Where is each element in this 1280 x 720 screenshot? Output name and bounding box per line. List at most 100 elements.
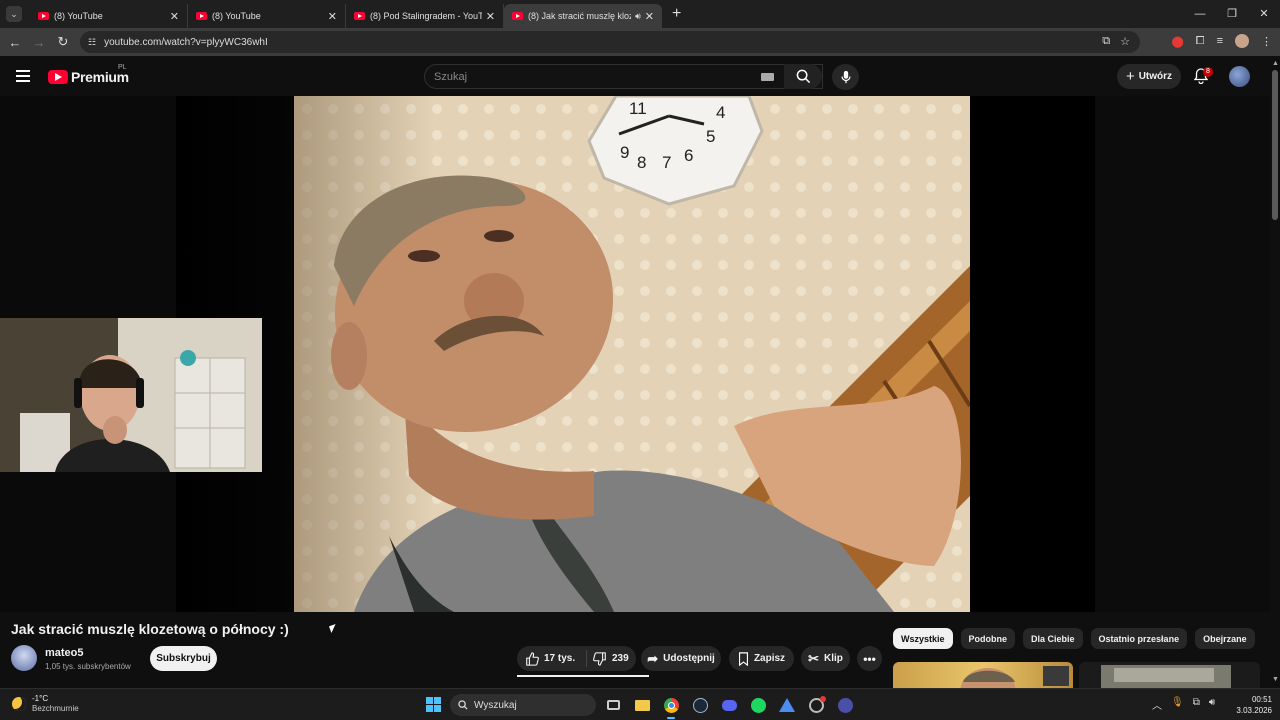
weather-temperature: -1°C <box>32 694 49 703</box>
address-bar[interactable]: ☷ youtube.com/watch?v=plyyWC36whI ⧉ ☆ <box>80 31 1140 53</box>
related-video-thumbnail-2[interactable] <box>1079 662 1260 688</box>
equalizer-app-icon[interactable] <box>835 694 855 716</box>
microphone-icon <box>840 70 851 84</box>
search-input[interactable]: Szukaj <box>424 64 823 89</box>
search-placeholder: Szukaj <box>434 71 468 83</box>
thumbnail-scene-2 <box>1101 665 1231 688</box>
youtube-favicon-icon <box>38 12 49 20</box>
dislike-count: 239 <box>612 653 629 664</box>
chip-watched[interactable]: Obejrzane <box>1195 628 1255 649</box>
create-button[interactable]: + Utwórz <box>1117 64 1181 89</box>
account-avatar[interactable] <box>1229 66 1250 87</box>
install-app-icon[interactable]: ⧉ <box>1102 35 1110 48</box>
weather-widget[interactable]: -1°C Bezchmurnie <box>12 694 79 714</box>
file-explorer-icon[interactable] <box>632 694 652 716</box>
windows-start-icon[interactable] <box>426 697 441 712</box>
tab-title: (8) YouTube <box>54 11 103 21</box>
volume-icon[interactable]: 🔊︎ <box>1209 697 1215 712</box>
browser-tab-1[interactable]: (8) YouTube ✕ <box>30 4 188 28</box>
close-tab-icon[interactable]: ✕ <box>486 10 495 23</box>
browser-tab-3[interactable]: (8) Pod Stalingradem - YouTube ✕ <box>346 4 504 28</box>
close-tab-icon[interactable]: ✕ <box>328 10 337 23</box>
scroll-down-arrow-icon[interactable]: ▼ <box>1272 676 1279 683</box>
clock-date: 3.03.2026 <box>1236 706 1272 715</box>
video-frame[interactable]: 11 4 5 6 7 8 9 <box>294 96 970 612</box>
chip-recently-uploaded[interactable]: Ostatnio przesłane <box>1090 628 1188 649</box>
system-clock[interactable]: 00:51 3.03.2026 <box>1232 694 1272 716</box>
voice-search-button[interactable] <box>832 64 859 90</box>
game-launcher-icon[interactable] <box>777 694 797 716</box>
scissors-icon: ✂ <box>808 650 819 666</box>
bookmark-star-icon[interactable]: ☆ <box>1120 35 1130 48</box>
media-control-icon[interactable]: ≡ <box>1217 35 1223 47</box>
channel-avatar[interactable] <box>11 645 37 671</box>
scroll-up-arrow-icon[interactable]: ▲ <box>1272 60 1279 67</box>
app-with-notification-icon[interactable] <box>806 694 826 716</box>
chip-related[interactable]: Podobne <box>960 628 1016 649</box>
profile-avatar[interactable] <box>1235 34 1249 48</box>
tab-title: (8) Pod Stalingradem - YouTube <box>370 11 482 21</box>
thumbs-down-icon <box>593 651 606 666</box>
like-button[interactable]: 17 tys. <box>517 650 587 667</box>
reload-icon[interactable]: ↻ <box>51 34 75 50</box>
hamburger-menu-icon[interactable] <box>16 70 30 82</box>
video-info-section: Jak stracić muszlę klozetową o północy :… <box>0 612 1270 688</box>
scrollbar-thumb[interactable] <box>1272 70 1278 220</box>
browser-menu-icon[interactable]: ⋮ <box>1261 35 1272 48</box>
network-icon[interactable]: ⧉ <box>1193 697 1200 712</box>
youtube-favicon-icon <box>196 12 207 20</box>
chip-for-you[interactable]: Dla Ciebie <box>1023 628 1083 649</box>
save-label: Zapisz <box>753 653 786 664</box>
browser-tab-bar: ⌄ (8) YouTube ✕ (8) YouTube ✕ (8) Pod St… <box>0 0 1280 28</box>
tab-title: (8) YouTube <box>212 11 261 21</box>
spotify-icon[interactable] <box>748 694 768 716</box>
close-tab-icon[interactable]: ✕ <box>170 10 179 23</box>
taskbar-search[interactable]: Wyszukaj <box>450 694 596 716</box>
clip-button[interactable]: ✂ Klip <box>801 646 850 671</box>
channel-name[interactable]: mateo5 <box>45 647 84 659</box>
extensions-puzzle-icon[interactable]: ⧠ <box>1196 35 1205 48</box>
share-button[interactable]: ➦ Udostępnij <box>641 646 721 671</box>
video-player[interactable]: 11 4 5 6 7 8 9 <box>0 96 1270 612</box>
video-scene: 11 4 5 6 7 8 9 <box>294 96 970 612</box>
related-video-thumbnail-1[interactable] <box>893 662 1073 688</box>
extensions-area: ⬤ ⧠ ≡ ⋮ <box>1171 34 1272 48</box>
microphone-tray-icon[interactable]: 🎙︎ <box>1171 697 1184 712</box>
subscribe-button[interactable]: Subskrybuj <box>150 646 217 671</box>
discord-icon[interactable] <box>719 694 739 716</box>
like-ratio-bar <box>517 675 649 677</box>
speaker-icon[interactable]: 🔊︎ <box>635 11 641 22</box>
restore-button[interactable]: ❐ <box>1216 0 1248 28</box>
video-title: Jak stracić muszlę klozetową o północy :… <box>11 621 289 637</box>
create-label: Utwórz <box>1138 71 1173 82</box>
extension-red-icon[interactable]: ⬤ <box>1171 35 1183 48</box>
steam-icon[interactable] <box>690 694 710 716</box>
close-tab-icon[interactable]: ✕ <box>645 10 654 23</box>
omnibox-actions: ⧉ ☆ <box>1102 35 1130 48</box>
dislike-button[interactable]: 239 <box>587 651 629 666</box>
new-tab-button[interactable]: + <box>672 5 681 23</box>
back-icon[interactable]: ← <box>3 35 27 50</box>
more-actions-button[interactable]: ••• <box>857 646 882 671</box>
page-scrollbar[interactable] <box>1270 60 1280 688</box>
forward-icon[interactable]: → <box>27 35 51 50</box>
share-icon: ➦ <box>647 650 659 666</box>
windows-taskbar: -1°C Bezchmurnie Wyszukaj ︿ 🎙︎ ⧉ 🔊︎ 00:5… <box>0 688 1280 720</box>
close-window-button[interactable]: ✕ <box>1248 0 1280 28</box>
keyboard-icon[interactable] <box>761 73 774 81</box>
window-controls: — ❐ ✕ <box>1184 0 1280 28</box>
minimize-button[interactable]: — <box>1184 0 1216 28</box>
save-button[interactable]: Zapisz <box>729 646 794 671</box>
site-info-icon[interactable]: ☷ <box>88 37 96 48</box>
task-view-icon[interactable] <box>603 694 623 716</box>
chip-all[interactable]: Wszystkie <box>893 628 953 649</box>
tab-search-button[interactable]: ⌄ <box>6 6 22 22</box>
chrome-icon[interactable] <box>661 694 681 719</box>
search-button[interactable] <box>784 64 822 89</box>
browser-tab-4-active[interactable]: (8) Jak stracić muszlę klozetową o półno… <box>504 4 662 28</box>
browser-tab-2[interactable]: (8) YouTube ✕ <box>188 4 346 28</box>
mouse-cursor-icon <box>329 624 338 633</box>
youtube-premium-logo[interactable]: Premium PL <box>48 64 129 85</box>
tray-overflow-chevron-icon[interactable]: ︿ <box>1152 697 1162 712</box>
clock-digit-5: 5 <box>706 127 715 146</box>
